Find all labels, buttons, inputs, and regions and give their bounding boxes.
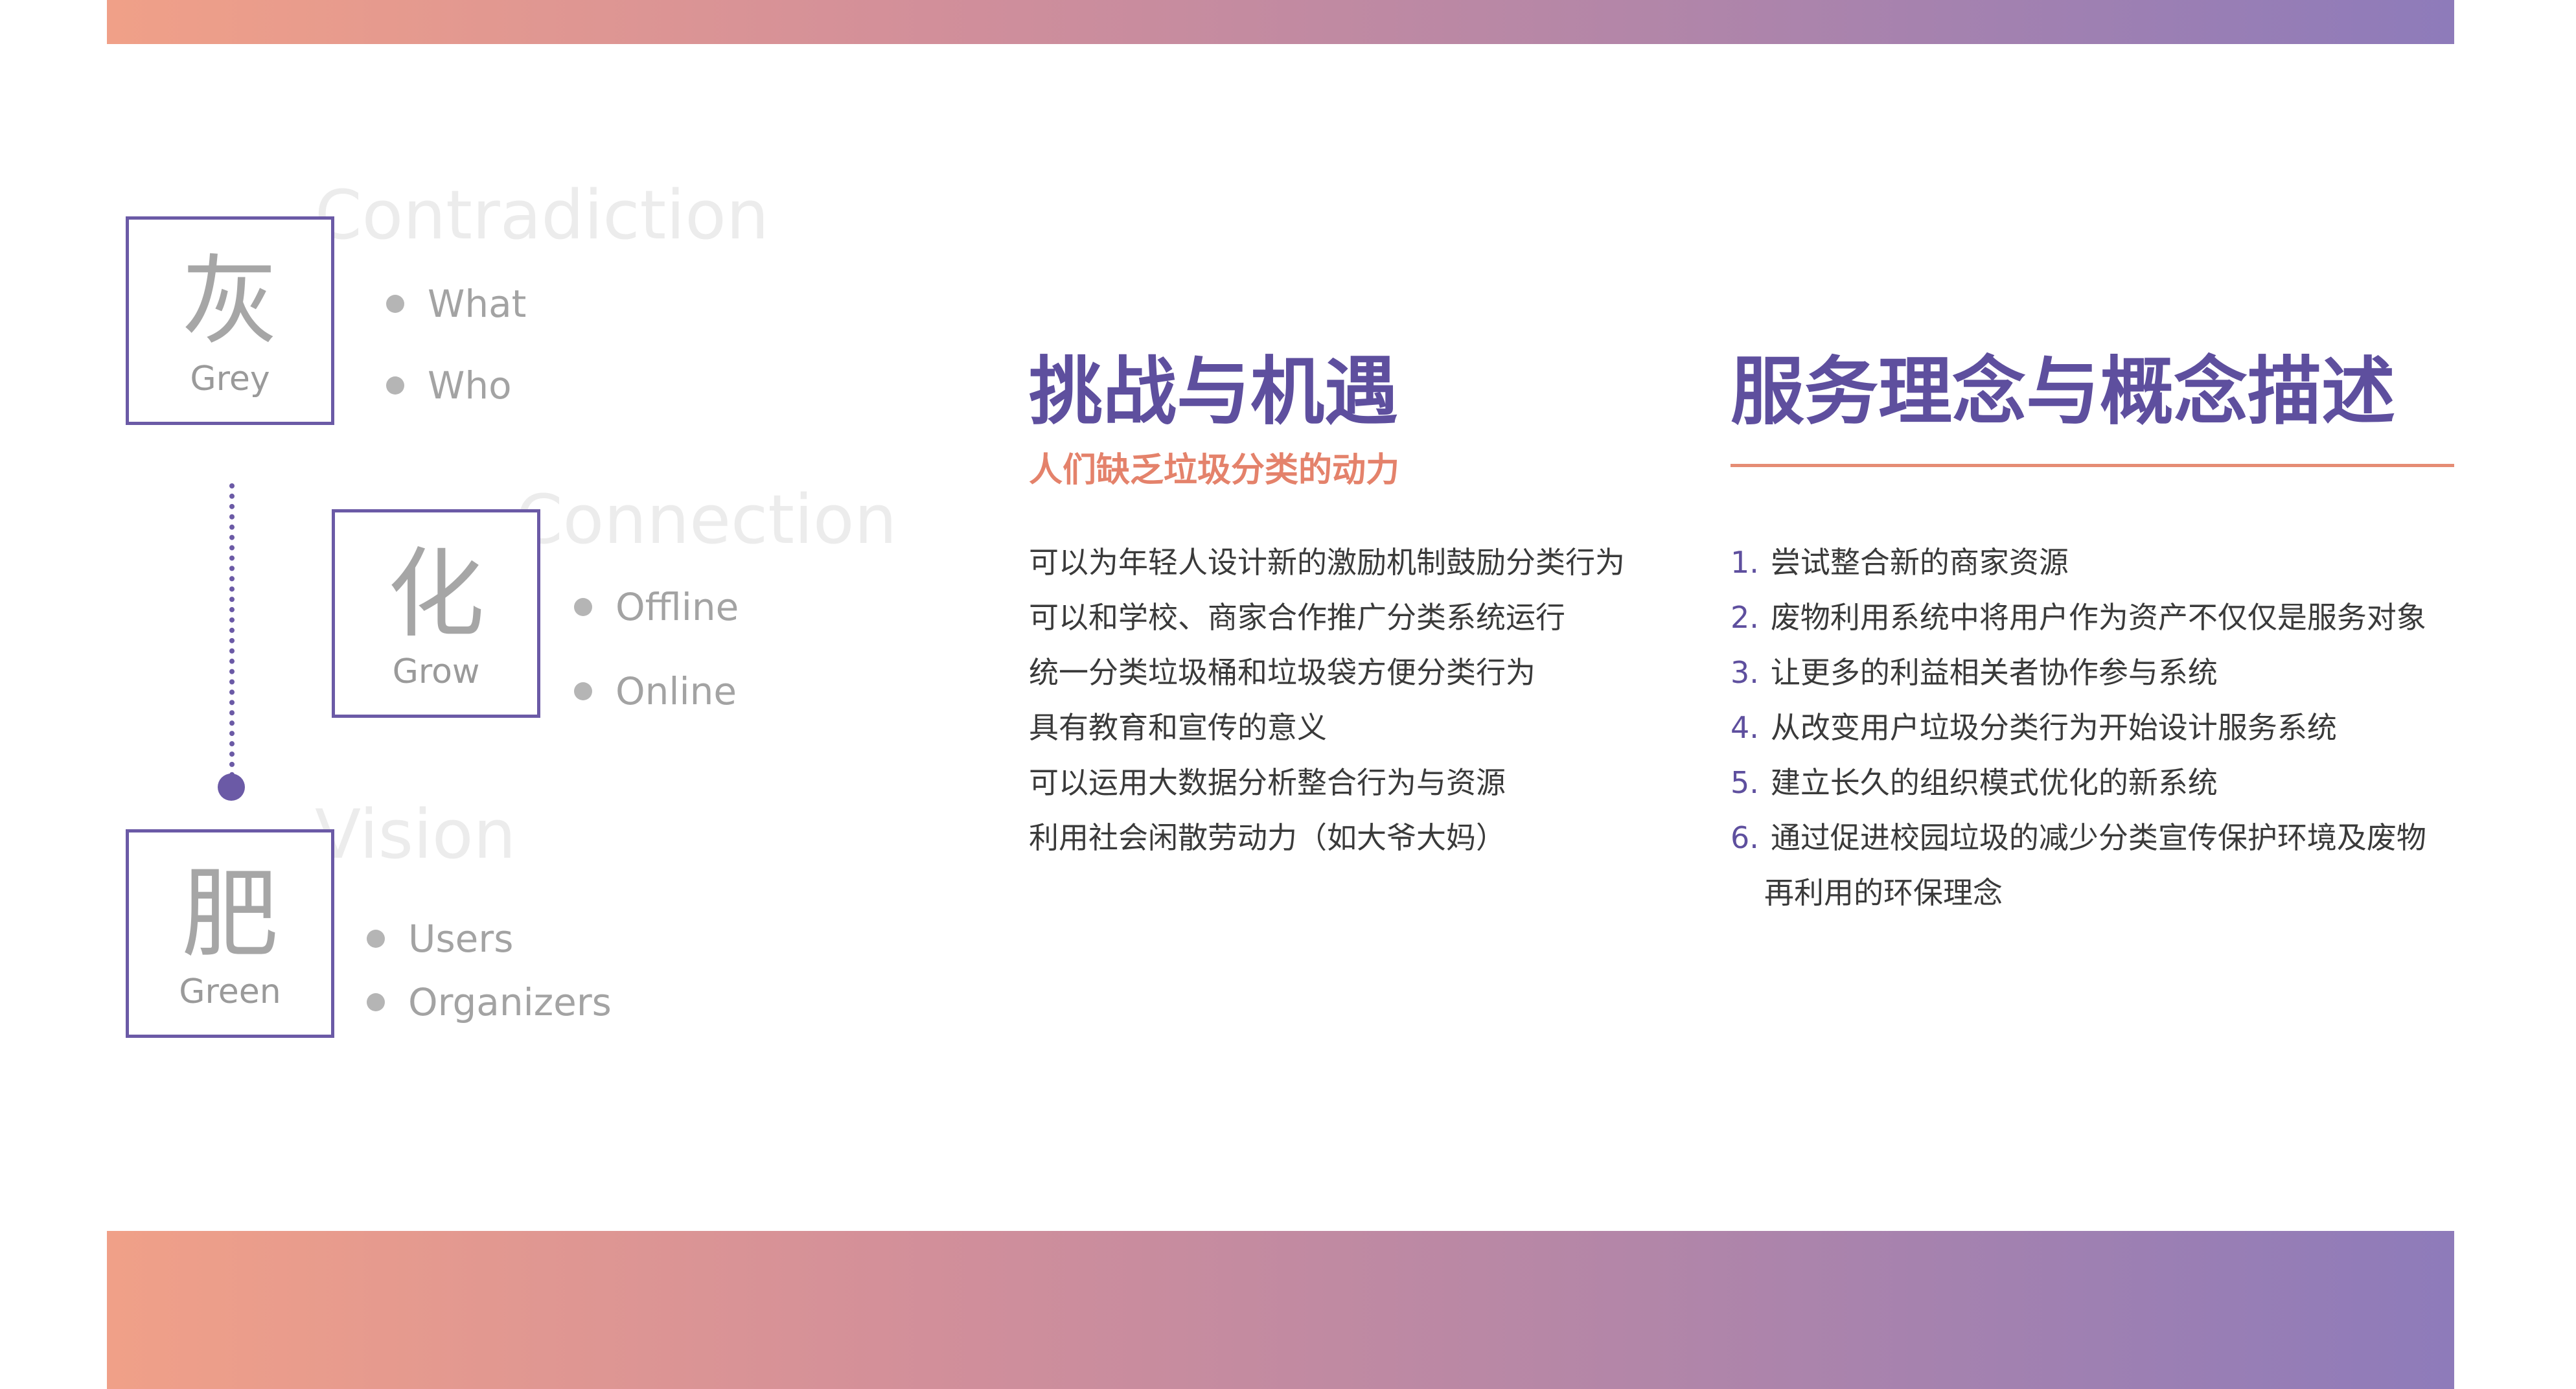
bullet-dot-icon <box>367 993 385 1011</box>
top-gradient-band <box>107 0 2454 44</box>
list-item: 4. 从改变用户垃圾分类行为开始设计服务系统 <box>1731 710 2337 745</box>
grey-label: Grey <box>190 360 270 398</box>
bullet-dot-icon <box>574 682 592 700</box>
timeline-connector <box>229 483 235 788</box>
list-item: 可以运用大数据分析整合行为与资源 <box>1029 765 1506 800</box>
list-item: 可以和学校、商家合作推广分类系统运行 <box>1029 600 1565 635</box>
list-item: 统一分类垃圾桶和垃圾袋方便分类行为 <box>1029 655 1535 690</box>
challenges-list: 可以为年轻人设计新的激励机制鼓励分类行为 可以和学校、商家合作推广分类系统运行 … <box>1029 535 1625 866</box>
list-item: 1. 尝试整合新的商家资源 <box>1731 545 2069 580</box>
green-char: 肥 <box>181 858 279 971</box>
bullet-offline: Offline <box>574 588 739 626</box>
bullet-online: Online <box>574 672 737 710</box>
timeline-node-icon <box>218 774 245 801</box>
challenges-title: 挑战与机遇 <box>1029 349 1399 435</box>
list-item: 5. 建立长久的组织模式优化的新系统 <box>1731 765 2218 800</box>
bullet-what: What <box>386 285 526 323</box>
ghost-title-vision: Vision <box>315 795 516 874</box>
list-item: 利用社会闲散劳动力（如大爷大妈） <box>1029 820 1506 855</box>
bullet-dot-icon <box>367 929 385 948</box>
bullet-dot-icon <box>386 376 404 395</box>
bullet-organizers: Organizers <box>367 983 612 1021</box>
grow-box: 化 Grow <box>332 509 540 718</box>
grey-box: 灰 Grey <box>126 216 334 425</box>
list-item: 可以为年轻人设计新的激励机制鼓励分类行为 <box>1029 545 1625 580</box>
concept-title: 服务理念与概念描述 <box>1731 349 2396 435</box>
concept-list: 1. 尝试整合新的商家资源 2. 废物利用系统中将用户作为资产不仅仅是服务对象 3.… <box>1731 535 2426 921</box>
green-label: Green <box>179 972 281 1011</box>
list-item: 具有教育和宣传的意义 <box>1029 710 1327 745</box>
ghost-title-connection: Connection <box>516 480 897 559</box>
bullet-dot-icon <box>574 597 592 616</box>
ghost-title-contradiction: Contradiction <box>315 176 769 255</box>
list-item: 2. 废物利用系统中将用户作为资产不仅仅是服务对象 <box>1731 600 2426 635</box>
grow-label: Grow <box>392 652 480 691</box>
bullet-who: Who <box>386 367 512 404</box>
list-item: 3. 让更多的利益相关者协作参与系统 <box>1731 655 2218 690</box>
grow-char: 化 <box>387 538 485 651</box>
bullet-dot-icon <box>386 294 404 313</box>
bottom-gradient-band <box>107 1231 2454 1389</box>
list-item-continuation: 再利用的环保理念 <box>1764 875 2003 910</box>
green-box: 肥 Green <box>126 829 334 1038</box>
bullet-users: Users <box>367 920 513 958</box>
grey-char: 灰 <box>181 246 279 358</box>
list-item: 6. 通过促进校园垃圾的减少分类宣传保护环境及废物 <box>1731 820 2426 855</box>
challenges-subtitle: 人们缺乏垃圾分类的动力 <box>1029 451 1400 490</box>
concept-title-underline <box>1731 464 2454 467</box>
